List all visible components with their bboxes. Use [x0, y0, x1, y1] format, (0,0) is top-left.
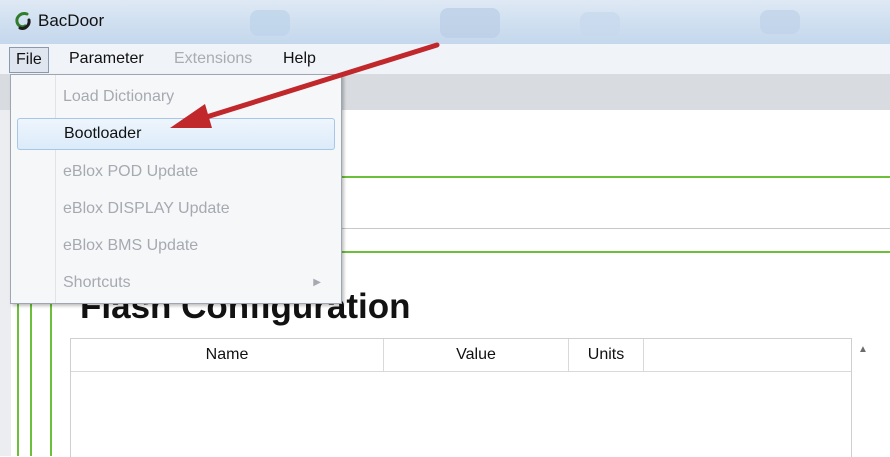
menu-item-shortcuts[interactable]: Shortcuts ▶	[17, 267, 335, 299]
divider	[340, 228, 890, 229]
file-dropdown-menu: Load Dictionary Bootloader eBlox POD Upd…	[10, 74, 342, 304]
window-title: BacDoor	[38, 11, 105, 30]
menu-help[interactable]: Help	[283, 50, 316, 68]
table-header: Name Value Units	[71, 339, 851, 372]
title-bar: BacDoor	[0, 0, 890, 44]
border-line	[340, 176, 890, 178]
flash-config-table[interactable]: Name Value Units	[70, 338, 852, 457]
menu-parameter[interactable]: Parameter	[69, 50, 144, 68]
menu-file[interactable]: File	[9, 47, 49, 73]
menu-item-bms-update[interactable]: eBlox BMS Update	[17, 230, 335, 262]
column-header-name[interactable]: Name	[71, 339, 384, 371]
menu-item-bootloader[interactable]: Bootloader	[17, 118, 335, 150]
menu-item-display-update[interactable]: eBlox DISPLAY Update	[17, 193, 335, 225]
menu-item-pod-update[interactable]: eBlox POD Update	[17, 156, 335, 188]
chevron-right-icon: ▶	[313, 277, 321, 288]
column-header-units[interactable]: Units	[569, 339, 644, 371]
menu-item-load-dictionary[interactable]: Load Dictionary	[17, 81, 335, 113]
scroll-up-icon[interactable]: ▲	[858, 344, 868, 355]
app-logo-icon	[15, 12, 31, 30]
column-header-value[interactable]: Value	[384, 339, 569, 371]
menu-extensions[interactable]: Extensions	[174, 50, 252, 68]
menu-bar: File Parameter Extensions Help	[0, 44, 890, 75]
